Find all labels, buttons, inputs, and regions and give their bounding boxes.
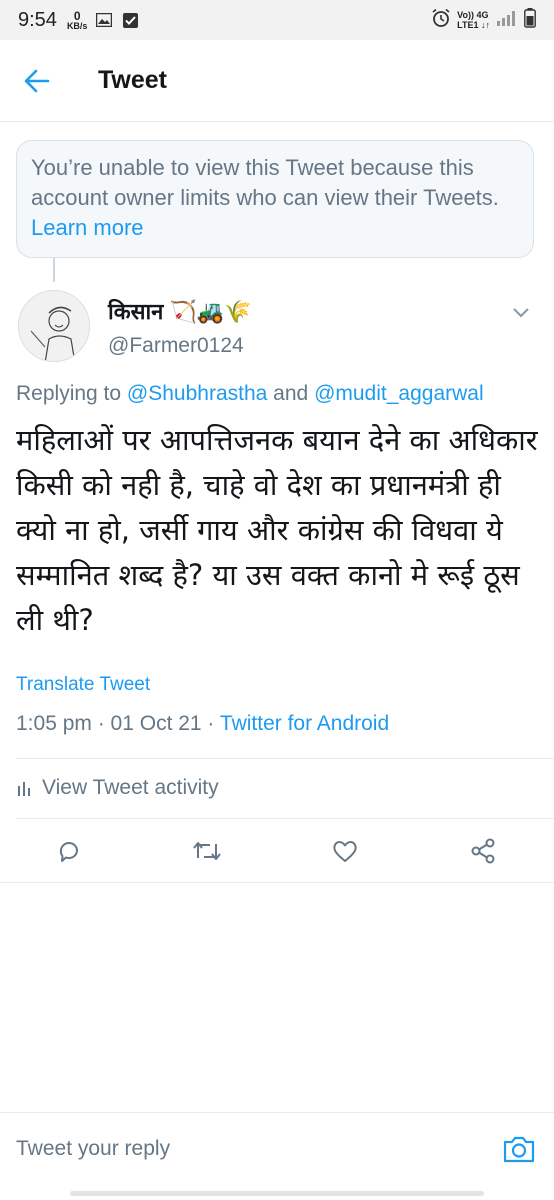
net-speed-unit: KB/s xyxy=(66,20,88,31)
notice-text: You’re unable to view this Tweet because… xyxy=(31,155,499,210)
reply-bar xyxy=(0,1112,554,1184)
signal-icon xyxy=(496,10,518,31)
network-bottom: LTE1 ↓↑ xyxy=(457,20,490,30)
replying-to: Replying to @Shubhrastha and @mudit_agga… xyxy=(16,382,484,406)
chevron-down-icon xyxy=(513,308,529,318)
checkbox-icon xyxy=(121,12,139,28)
reply-icon xyxy=(59,842,78,862)
mention-link[interactable]: @Shubhrastha xyxy=(127,382,267,405)
view-activity-label: View Tweet activity xyxy=(42,776,219,799)
avatar[interactable] xyxy=(18,290,90,362)
view-activity-button[interactable]: View Tweet activity xyxy=(16,776,219,800)
share-button[interactable] xyxy=(468,836,498,866)
status-time: 9:54 xyxy=(18,8,57,31)
avatar-sketch-icon xyxy=(19,291,89,361)
tweet-source-link[interactable]: Twitter for Android xyxy=(220,712,389,735)
network-top: Vo)) 4G xyxy=(457,10,489,20)
tweet-timestamp: 1:05 pm · 01 Oct 21 · xyxy=(16,712,215,735)
arrow-left-icon xyxy=(24,69,50,93)
thread-line xyxy=(53,258,55,282)
like-button[interactable] xyxy=(330,836,360,866)
divider xyxy=(16,818,554,819)
back-button[interactable] xyxy=(22,66,52,96)
battery-icon xyxy=(524,7,536,33)
tweet-text: महिलाओं पर आपत्तिजनक बयान देने का अधिकार… xyxy=(16,423,538,637)
home-indicator xyxy=(70,1191,484,1196)
more-options-button[interactable] xyxy=(512,306,530,318)
divider xyxy=(16,758,554,759)
retweet-icon xyxy=(193,842,221,860)
replying-prefix: Replying to xyxy=(16,382,122,405)
bar-chart-icon xyxy=(18,782,30,796)
author-name[interactable]: किसान 🏹🚜🌾 xyxy=(108,296,252,326)
camera-icon xyxy=(503,1136,535,1163)
author-handle[interactable]: @Farmer0124 xyxy=(108,334,244,358)
restricted-notice: You’re unable to view this Tweet because… xyxy=(16,140,534,258)
status-bar: 9:54 0 KB/s Vo)) 4G LTE1 ↓↑ xyxy=(0,0,554,40)
mention-link[interactable]: @mudit_aggarwal xyxy=(314,382,484,405)
share-icon xyxy=(471,838,495,864)
net-speed-value: 0 xyxy=(73,8,81,23)
learn-more-link[interactable]: Learn more xyxy=(31,215,144,240)
tweet-meta: 1:05 pm · 01 Oct 21 · Twitter for Androi… xyxy=(16,712,389,736)
translate-tweet-link[interactable]: Translate Tweet xyxy=(16,674,150,696)
like-icon xyxy=(333,841,357,862)
network-indicator: Vo)) 4G LTE1 ↓↑ xyxy=(457,10,490,30)
alarm-icon xyxy=(431,8,451,33)
reply-input[interactable] xyxy=(16,1131,486,1167)
app-header: Tweet xyxy=(0,40,554,122)
gallery-icon xyxy=(95,12,113,28)
status-right: Vo)) 4G LTE1 ↓↑ xyxy=(431,7,536,33)
replying-and: and xyxy=(273,382,309,405)
tweet-actions xyxy=(0,832,554,872)
net-speed: 0 KB/s xyxy=(67,10,88,31)
retweet-button[interactable] xyxy=(192,836,222,866)
reply-button[interactable] xyxy=(54,836,84,866)
page-title: Tweet xyxy=(98,66,167,94)
camera-button[interactable] xyxy=(502,1133,536,1165)
divider xyxy=(0,882,554,883)
